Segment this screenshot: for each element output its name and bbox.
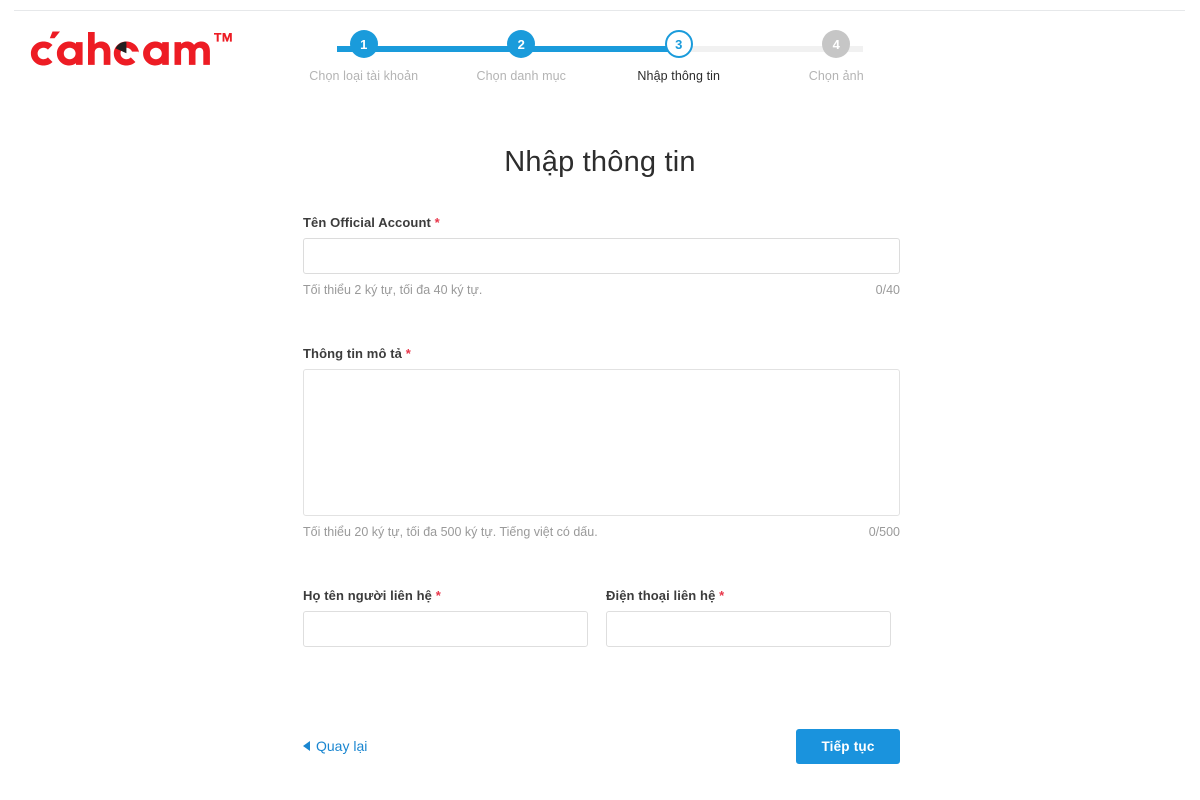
account-name-hint-row: Tối thiểu 2 ký tự, tối đa 40 ký tự. 0/40 bbox=[303, 283, 900, 297]
next-button[interactable]: Tiếp tục bbox=[796, 728, 900, 764]
progress-stepper: 1 Chọn loại tài khoản 2 Chọn danh mục 3 … bbox=[285, 30, 915, 102]
field-description: Thông tin mô tả * Tối thiểu 20 ký tự, tố… bbox=[303, 346, 900, 539]
caret-left-icon bbox=[303, 741, 310, 751]
description-required-mark: * bbox=[405, 346, 411, 361]
description-hint-row: Tối thiểu 20 ký tự, tối đa 500 ký tự. Ti… bbox=[303, 525, 900, 539]
contact-phone-label-text: Điện thoại liên hệ bbox=[606, 588, 716, 603]
stepper-step-2-number: 2 bbox=[507, 30, 536, 58]
description-label-text: Thông tin mô tả bbox=[303, 346, 402, 361]
contact-name-input[interactable] bbox=[303, 611, 588, 647]
stepper-step-1-number: 1 bbox=[349, 30, 378, 58]
page-title: Nhập thông tin bbox=[504, 146, 696, 179]
contact-phone-required-mark: * bbox=[719, 588, 725, 603]
description-hint: Tối thiểu 20 ký tự, tối đa 500 ký tự. Ti… bbox=[303, 525, 598, 539]
description-textarea[interactable] bbox=[303, 369, 900, 516]
form-footer: Quay lại Tiếp tục bbox=[303, 726, 900, 766]
stepper-step-4[interactable]: 4 Chọn ảnh bbox=[758, 30, 916, 83]
stepper-step-1-label: Chọn loại tài khoản bbox=[309, 69, 419, 83]
contact-name-required-mark: * bbox=[435, 588, 441, 603]
description-label: Thông tin mô tả * bbox=[303, 346, 900, 361]
stepper-step-4-label: Chọn ảnh bbox=[808, 69, 864, 83]
contact-phone-input[interactable] bbox=[606, 611, 891, 647]
field-contact-name: Họ tên người liên hệ * bbox=[303, 588, 588, 647]
stepper-step-3-number: 3 bbox=[664, 30, 693, 58]
cánhcam-logo[interactable] bbox=[22, 28, 247, 70]
account-name-label: Tên Official Account * bbox=[303, 215, 900, 230]
contact-name-label-text: Họ tên người liên hệ bbox=[303, 588, 432, 603]
contact-name-label: Họ tên người liên hệ * bbox=[303, 588, 588, 603]
stepper-step-2-label: Chọn danh mục bbox=[476, 69, 567, 83]
account-name-required-mark: * bbox=[434, 215, 440, 230]
stepper-step-4-number: 4 bbox=[822, 30, 851, 58]
account-name-counter: 0/40 bbox=[875, 283, 900, 297]
account-name-hint: Tối thiểu 2 ký tự, tối đa 40 ký tự. bbox=[303, 283, 483, 297]
stepper-step-3[interactable]: 3 Nhập thông tin bbox=[600, 30, 758, 83]
stepper-step-1[interactable]: 1 Chọn loại tài khoản bbox=[285, 30, 443, 83]
field-account-name: Tên Official Account * Tối thiểu 2 ký tự… bbox=[303, 215, 900, 297]
page-header: 1 Chọn loại tài khoản 2 Chọn danh mục 3 … bbox=[0, 11, 1200, 101]
stepper-step-3-label: Nhập thông tin bbox=[637, 69, 721, 83]
account-name-label-text: Tên Official Account bbox=[303, 215, 431, 230]
stepper-step-2[interactable]: 2 Chọn danh mục bbox=[443, 30, 601, 83]
back-button[interactable]: Quay lại bbox=[303, 738, 367, 754]
field-contact-phone: Điện thoại liên hệ * bbox=[606, 588, 891, 647]
contact-phone-label: Điện thoại liên hệ * bbox=[606, 588, 891, 603]
account-name-input[interactable] bbox=[303, 238, 900, 274]
contact-fields-row: Họ tên người liên hệ * Điện thoại liên h… bbox=[303, 588, 900, 647]
description-counter: 0/500 bbox=[868, 525, 900, 539]
back-button-label: Quay lại bbox=[316, 738, 368, 754]
registration-form: Tên Official Account * Tối thiểu 2 ký tự… bbox=[303, 215, 900, 647]
